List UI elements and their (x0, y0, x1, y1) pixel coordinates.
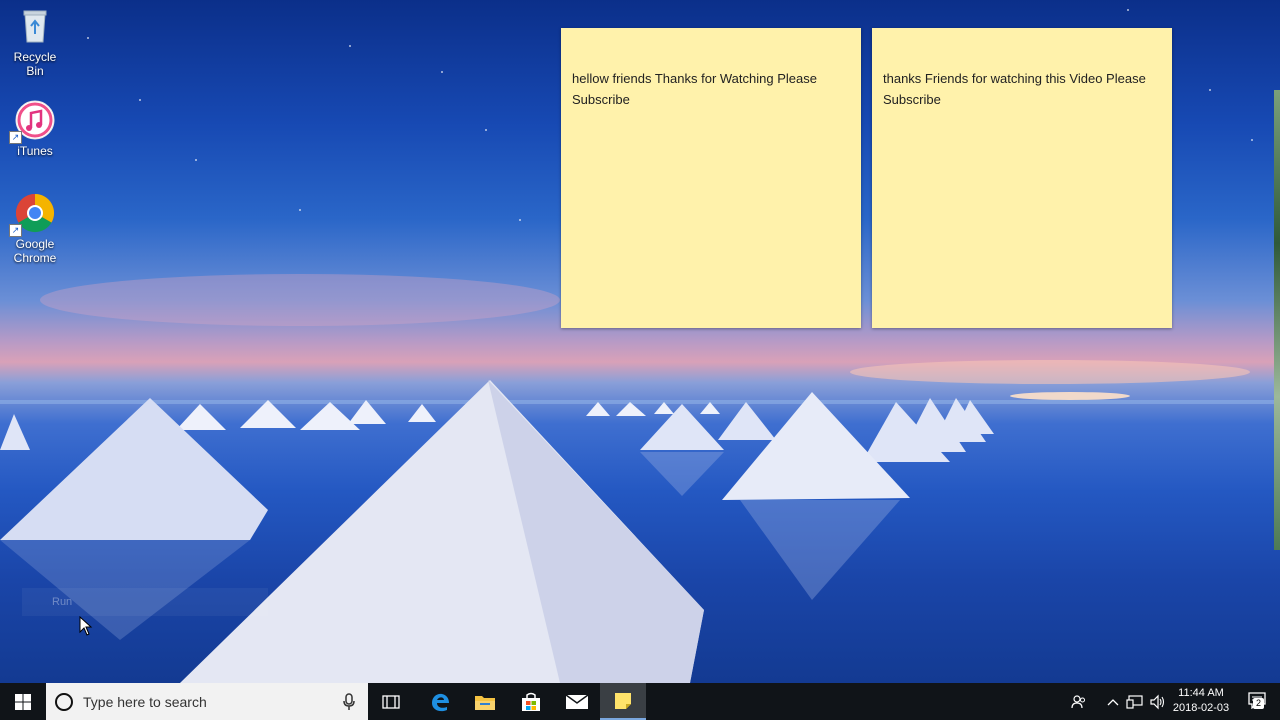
taskbar-clock[interactable]: 11:44 AM 2018-02-03 (1168, 684, 1234, 720)
shortcut-arrow-icon: ↗ (9, 224, 22, 237)
sticky-notes-icon (615, 692, 631, 709)
taskbar-edge[interactable] (417, 683, 463, 720)
clock-date: 2018-02-03 (1172, 702, 1230, 714)
desktop-icon-recycle-bin[interactable]: Recycle Bin (4, 6, 66, 78)
recycle-bin-icon (15, 6, 55, 46)
desktop-icon-label: Recycle Bin (13, 50, 57, 78)
sticky-note[interactable]: hellow friends Thanks for Watching Pleas… (561, 28, 861, 328)
desktop-icon-label: Google Chrome (13, 237, 57, 265)
people-icon (1071, 694, 1085, 708)
mouse-cursor-icon (79, 616, 93, 636)
taskbar-search-box[interactable]: Type here to search (46, 683, 368, 720)
task-view-icon (382, 694, 400, 709)
taskbar-file-explorer[interactable] (462, 683, 508, 720)
file-explorer-icon (475, 695, 495, 710)
task-view-button[interactable] (368, 683, 414, 720)
desktop-icon-google-chrome[interactable]: ↗ Google Chrome (4, 193, 66, 265)
edge-icon (432, 693, 449, 711)
taskbar-mail[interactable] (554, 683, 600, 720)
run-hint: Run (22, 588, 268, 616)
clock-time: 11:44 AM (1178, 687, 1224, 699)
shortcut-arrow-icon: ↗ (9, 131, 22, 144)
taskbar-sticky-notes[interactable] (600, 683, 646, 720)
microphone-icon[interactable] (342, 692, 356, 711)
chrome-icon: ↗ (9, 193, 55, 237)
sticky-note[interactable]: thanks Friends for watching this Video P… (872, 28, 1172, 328)
desktop-icon-label: iTunes (17, 144, 53, 158)
mail-icon (565, 693, 589, 709)
windows-logo-icon (15, 693, 31, 710)
chevron-up-icon (1107, 698, 1119, 705)
people-button[interactable] (1068, 683, 1090, 720)
start-button[interactable] (0, 683, 46, 720)
store-icon (522, 692, 540, 711)
sticky-note-text[interactable]: hellow friends Thanks for Watching Pleas… (572, 68, 849, 110)
show-hidden-icons-button[interactable] (1104, 683, 1122, 720)
network-button[interactable] (1124, 683, 1146, 720)
search-placeholder[interactable]: Type here to search (83, 694, 342, 710)
notification-count-badge: 2 (1253, 697, 1264, 709)
background-window-edge (1274, 90, 1280, 550)
taskbar: Type here to search 11:44 AM 2018-02-03 … (0, 683, 1280, 720)
itunes-icon: ↗ (9, 100, 55, 144)
volume-button[interactable] (1147, 683, 1169, 720)
cortana-icon (55, 692, 73, 711)
sticky-note-text[interactable]: thanks Friends for watching this Video P… (883, 68, 1160, 110)
taskbar-store[interactable] (508, 683, 554, 720)
volume-icon (1150, 694, 1165, 709)
network-icon (1126, 694, 1143, 709)
action-center-button[interactable]: 2 (1240, 683, 1276, 720)
desktop-icon-itunes[interactable]: ↗ iTunes (4, 100, 66, 158)
